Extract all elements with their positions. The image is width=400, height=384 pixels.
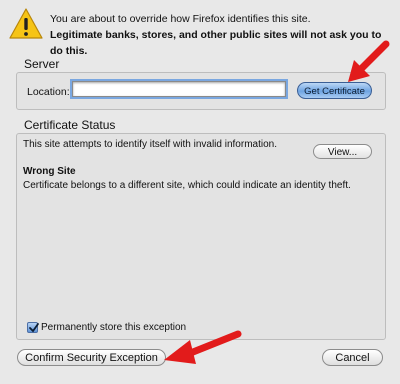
cancel-button[interactable]: Cancel — [322, 349, 383, 366]
add-security-exception-dialog: You are about to override how Firefox id… — [0, 0, 400, 384]
certificate-status-title: Certificate Status — [24, 118, 116, 132]
certificate-status-section — [16, 133, 386, 340]
wrong-site-heading: Wrong Site — [23, 166, 76, 177]
wrong-site-description: Certificate belongs to a different site,… — [23, 180, 351, 191]
location-label: Location: — [27, 86, 70, 98]
warning-line-1: You are about to override how Firefox id… — [50, 13, 311, 25]
annotation-arrow-confirm — [164, 330, 242, 364]
location-input[interactable] — [70, 79, 288, 99]
warning-icon — [9, 8, 43, 39]
confirm-security-exception-button[interactable]: Confirm Security Exception — [17, 349, 166, 366]
check-icon — [29, 323, 39, 333]
annotation-arrow-get-certificate — [348, 40, 390, 82]
status-message: This site attempts to identify itself wi… — [23, 139, 277, 150]
view-button[interactable]: View... — [313, 144, 372, 159]
permanently-store-checkbox[interactable] — [27, 322, 39, 333]
server-section-title: Server — [24, 57, 60, 71]
